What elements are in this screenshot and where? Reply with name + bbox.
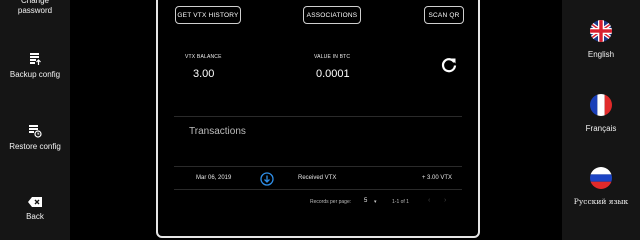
- received-arrow-icon[interactable]: [260, 172, 274, 186]
- restore-config-nav[interactable]: Restore config: [0, 124, 70, 152]
- backup-config-nav[interactable]: Backup config: [0, 52, 70, 80]
- records-per-page-label: Records per page:: [310, 199, 352, 205]
- language-french[interactable]: Français: [562, 94, 640, 133]
- change-password-label: Change password: [17, 0, 53, 15]
- transaction-date: Mar 06, 2019: [196, 175, 232, 181]
- associations-button[interactable]: ASSOCIATIONS: [303, 6, 361, 24]
- language-label: English: [587, 50, 615, 59]
- section-divider: [174, 116, 462, 117]
- refresh-icon[interactable]: [440, 56, 458, 74]
- backup-config-icon: [30, 53, 41, 65]
- records-per-page-select[interactable]: 5: [364, 198, 367, 204]
- transaction-amount: + 3.00 VTX: [421, 175, 452, 181]
- dropdown-caret-icon[interactable]: ▾: [374, 199, 377, 205]
- vtx-balance-value: 3.00: [193, 68, 215, 80]
- get-vtx-history-button[interactable]: GET VTX HISTORY: [175, 6, 241, 24]
- restore-config-icon: [29, 125, 42, 138]
- restore-config-label: Restore config: [9, 142, 61, 151]
- table-header-divider: [174, 166, 462, 167]
- wallet-panel: GET VTX HISTORY ASSOCIATIONS SCAN QR VTX…: [156, 0, 480, 238]
- france-flag-icon: [590, 94, 612, 116]
- language-russian[interactable]: Русский язык: [562, 167, 640, 206]
- previous-page-icon[interactable]: ‹: [428, 197, 430, 204]
- table-footer-divider: [174, 189, 462, 190]
- backup-config-label: Backup config: [9, 70, 61, 79]
- right-sidebar: English Français Русский язык: [562, 0, 640, 240]
- scan-qr-button[interactable]: SCAN QR: [424, 6, 464, 24]
- btc-value: 0.0001: [316, 68, 350, 80]
- uk-flag-icon: [590, 20, 612, 42]
- change-password-nav[interactable]: Change password: [0, 0, 70, 16]
- left-sidebar: Change password Backup config Restore co…: [0, 0, 70, 240]
- russia-flag-icon: [590, 167, 612, 189]
- back-label: Back: [26, 212, 44, 221]
- language-label: Русский язык: [573, 197, 629, 206]
- table-row[interactable]: Mar 06, 2019 Received VTX + 3.00 VTX: [174, 172, 462, 188]
- language-english[interactable]: English: [562, 20, 640, 59]
- vtx-balance-label: VTX BALANCE: [185, 54, 222, 60]
- back-nav[interactable]: Back: [0, 196, 70, 222]
- next-page-icon[interactable]: ›: [444, 197, 446, 204]
- transaction-description: Received VTX: [298, 175, 337, 181]
- pagination-range: 1-1 of 1: [392, 199, 409, 205]
- backspace-icon: [28, 197, 42, 207]
- transactions-title: Transactions: [189, 126, 246, 137]
- language-label: Français: [585, 124, 617, 133]
- btc-value-label: VALUE IN BTC: [314, 54, 351, 60]
